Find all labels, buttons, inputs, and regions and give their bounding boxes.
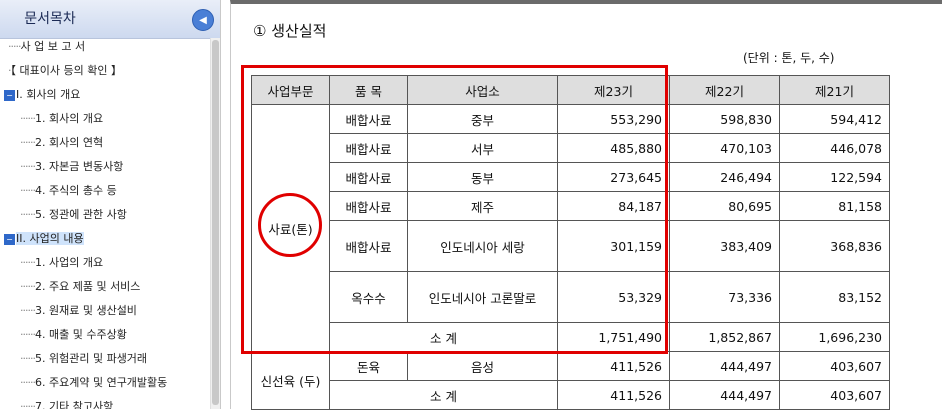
toc-item[interactable]: ······2. 회사의 연혁	[20, 134, 103, 152]
value-cell: 301,159	[557, 220, 670, 272]
toc-item[interactable]: − II. 사업의 내용	[4, 230, 84, 248]
collapse-toggle-icon[interactable]: −	[4, 233, 15, 245]
site-cell: 음성	[407, 351, 558, 381]
division-cell: 사료(톤)	[251, 104, 330, 352]
toc-item[interactable]: − I. 회사의 개요	[4, 86, 80, 104]
collapse-toggle-icon[interactable]: −	[4, 89, 15, 101]
table-row: 배합사료 인도네시아 세랑 301,159 383,409 368,836	[252, 220, 890, 272]
header-site: 사업소	[407, 75, 558, 105]
item-cell: 배합사료	[329, 133, 408, 163]
toc-item[interactable]: ·【 대표이사 등의 확인 】	[8, 62, 122, 80]
item-cell: 배합사료	[329, 220, 408, 272]
sidebar-header: 문서목차 ◀	[0, 0, 220, 39]
item-cell: 배합사료	[329, 104, 408, 134]
value-cell: 383,409	[669, 220, 780, 272]
toc-item[interactable]: ······4. 매출 및 수주상황	[20, 326, 127, 344]
value-cell: 598,830	[669, 104, 780, 134]
header-item: 품 목	[329, 75, 408, 105]
site-cell: 동부	[407, 162, 558, 192]
site-cell: 서부	[407, 133, 558, 163]
document-view: ① 생산실적 (단위 : 톤, 두, 수) 사업부문 품 목 사업소 제23기 …	[230, 0, 942, 410]
value-cell: 368,836	[779, 220, 890, 272]
item-cell: 배합사료	[329, 162, 408, 192]
site-cell: 인도네시아 고론딸로	[407, 271, 558, 323]
toc-item[interactable]: ······3. 원재료 및 생산설비	[20, 302, 137, 320]
site-cell: 인도네시아 세랑	[407, 220, 558, 272]
value-cell: 246,494	[669, 162, 780, 192]
subtotal-row: 소 계 1,751,490 1,852,867 1,696,230	[252, 322, 890, 352]
value-cell: 444,497	[669, 380, 780, 410]
table-row: 배합사료 서부 485,880 470,103 446,078	[252, 133, 890, 163]
subtotal-row: 소 계 411,526 444,497 403,607	[252, 380, 890, 410]
value-cell: 84,187	[557, 191, 670, 221]
sidebar-scrollbar[interactable]	[210, 38, 220, 409]
toc-item[interactable]: ·····사 업 보 고 서	[8, 38, 85, 56]
toc-item[interactable]: ······6. 주요계약 및 연구개발활동	[20, 374, 167, 392]
value-cell: 444,497	[669, 351, 780, 381]
toc-item[interactable]: ······2. 주요 제품 및 서비스	[20, 278, 140, 296]
table-header-row: 사업부문 품 목 사업소 제23기 제22기 제21기	[251, 75, 890, 105]
section-title: ① 생산실적	[253, 22, 327, 40]
toc-item[interactable]: ······1. 회사의 개요	[20, 110, 103, 128]
production-table: 사업부문 품 목 사업소 제23기 제22기 제21기 사료(톤) 배합사료 중…	[251, 75, 890, 410]
item-cell: 옥수수	[329, 271, 408, 323]
value-cell: 411,526	[557, 351, 670, 381]
subtotal-label: 소 계	[329, 322, 558, 352]
chevron-left-icon: ◀	[199, 15, 207, 26]
sidebar-title: 문서목차	[24, 11, 76, 27]
value-cell: 485,880	[557, 133, 670, 163]
value-cell: 83,152	[779, 271, 890, 323]
value-cell: 446,078	[779, 133, 890, 163]
value-cell: 1,751,490	[557, 322, 670, 352]
value-cell: 122,594	[779, 162, 890, 192]
value-cell: 273,645	[557, 162, 670, 192]
toc-item[interactable]: ······4. 주식의 총수 등	[20, 182, 117, 200]
value-cell: 81,158	[779, 191, 890, 221]
value-cell: 1,852,867	[669, 322, 780, 352]
site-cell: 제주	[407, 191, 558, 221]
value-cell: 470,103	[669, 133, 780, 163]
toc-item-selected: II. 사업의 내용	[16, 232, 84, 245]
table-row: 배합사료 동부 273,645 246,494 122,594	[252, 162, 890, 192]
item-cell: 배합사료	[329, 191, 408, 221]
value-cell: 80,695	[669, 191, 780, 221]
header-p21: 제21기	[779, 75, 890, 105]
header-division: 사업부문	[251, 75, 330, 105]
value-cell: 403,607	[779, 351, 890, 381]
toc-item[interactable]: ······5. 정관에 관한 사항	[20, 206, 127, 224]
table-row: 사료(톤) 배합사료 중부 553,290 598,830 594,412	[251, 104, 890, 352]
table-row: 옥수수 인도네시아 고론딸로 53,329 73,336 83,152	[252, 271, 890, 323]
site-cell: 중부	[407, 104, 558, 134]
toc-item[interactable]: ······5. 위험관리 및 파생거래	[20, 350, 147, 368]
subtotal-label: 소 계	[329, 380, 558, 410]
value-cell: 594,412	[779, 104, 890, 134]
value-cell: 553,290	[557, 104, 670, 134]
table-row: 배합사료 제주 84,187 80,695 81,158	[252, 191, 890, 221]
scrollbar-thumb[interactable]	[212, 40, 219, 405]
value-cell: 1,696,230	[779, 322, 890, 352]
division-cell: 신선육 (두)	[251, 351, 330, 410]
toc-sidebar: 문서목차 ◀ ·····사 업 보 고 서 ·【 대표이사 등의 확인 】 − I…	[0, 0, 221, 409]
value-cell: 411,526	[557, 380, 670, 410]
header-p22: 제22기	[669, 75, 780, 105]
value-cell: 403,607	[779, 380, 890, 410]
unit-note: (단위 : 톤, 두, 수)	[743, 51, 835, 65]
toc-item[interactable]: ······3. 자본금 변동사항	[20, 158, 123, 176]
collapse-sidebar-button[interactable]: ◀	[192, 9, 214, 31]
toc-item[interactable]: ······7. 기타 참고사항	[20, 398, 113, 409]
toc-item[interactable]: ······1. 사업의 개요	[20, 254, 103, 272]
table-row: 신선육 (두) 돈육 음성 411,526 444,497 403,607	[251, 351, 890, 410]
header-p23: 제23기	[557, 75, 670, 105]
value-cell: 73,336	[669, 271, 780, 323]
value-cell: 53,329	[557, 271, 670, 323]
item-cell: 돈육	[329, 351, 408, 381]
